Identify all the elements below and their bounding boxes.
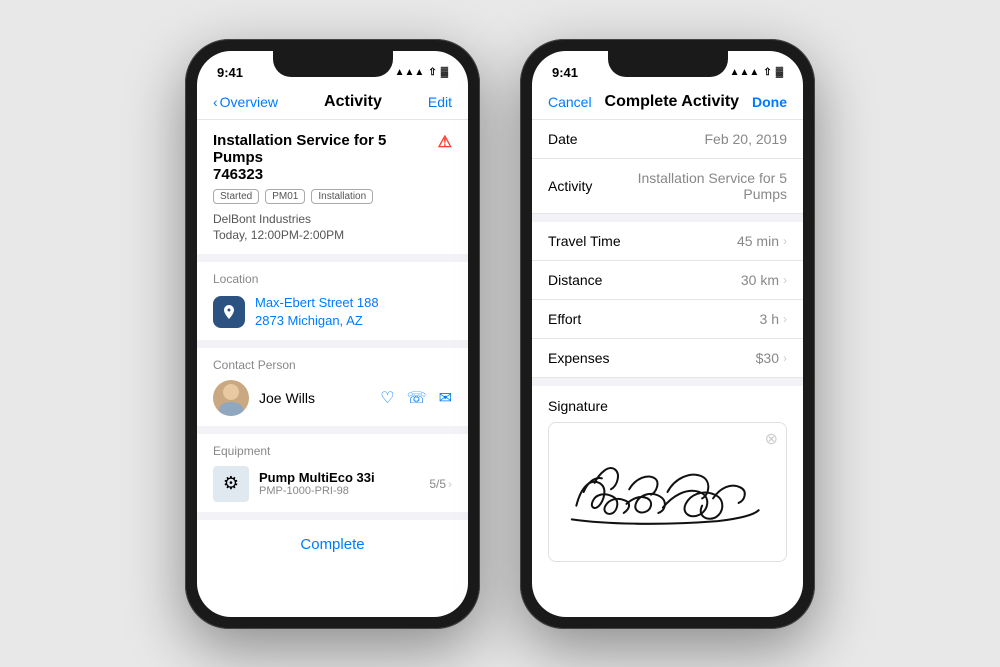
activity-id: 746323 <box>213 166 452 183</box>
equipment-label: Equipment <box>213 444 452 458</box>
activity-card: Installation Service for 5 Pumps ⚠ 74632… <box>197 120 468 262</box>
travel-time-value: 45 min › <box>737 233 787 249</box>
activity-time: Today, 12:00PM-2:00PM <box>213 228 452 242</box>
distance-row[interactable]: Distance 30 km › <box>532 261 803 300</box>
activity-form-row: Activity Installation Service for 5 Pump… <box>532 159 803 214</box>
effort-value: 3 h › <box>760 311 787 327</box>
phone-activity: 9:41 ▲▲▲ ⇧ ▓ ‹ Overview Activity Edit <box>185 39 480 629</box>
address-line1: Max-Ebert Street 188 <box>255 294 379 312</box>
wifi-icon: ⇧ <box>428 67 436 78</box>
distance-label: Distance <box>548 272 602 288</box>
avatar-body <box>219 402 243 416</box>
tag-pm01: PM01 <box>265 189 305 204</box>
back-button[interactable]: ‹ Overview <box>213 94 278 110</box>
phone-icon[interactable]: ☏ <box>407 388 427 408</box>
date-value: Feb 20, 2019 <box>704 131 787 147</box>
contact-section: Contact Person Joe Wills ♡ ☏ ✉ <box>197 348 468 434</box>
back-label: Overview <box>220 94 278 110</box>
signature-label: Signature <box>548 398 787 414</box>
activity-form-value: Installation Service for 5 Pumps <box>627 170 787 202</box>
travel-time-label: Travel Time <box>548 233 621 249</box>
nav-bar-1: ‹ Overview Activity Edit <box>197 87 468 120</box>
tag-installation: Installation <box>311 189 373 204</box>
form-separator-2 <box>532 378 803 386</box>
date-label: Date <box>548 131 578 147</box>
complete-button-row: Complete <box>197 520 468 569</box>
notch <box>273 51 393 77</box>
notch-2 <box>608 51 728 77</box>
chevron-expenses-icon: › <box>783 351 787 365</box>
status-icons-2: ▲▲▲ ⇧ ▓ <box>730 67 783 78</box>
nav-title-2: Complete Activity <box>605 93 740 111</box>
equipment-info: Pump MultiEco 33i PMP-1000-PRI-98 <box>259 470 419 497</box>
signature-section: Signature ⊗ <box>532 386 803 574</box>
location-section: Location Max-Ebert Street 188 2873 Michi… <box>197 262 468 348</box>
effort-row[interactable]: Effort 3 h › <box>532 300 803 339</box>
equipment-id: PMP-1000-PRI-98 <box>259 485 419 497</box>
equipment-icon: ⚙ <box>213 466 249 502</box>
battery-icon-2: ▓ <box>776 67 783 78</box>
signature-drawing <box>549 423 786 561</box>
email-icon[interactable]: ✉ <box>439 388 452 408</box>
activity-title-text: Installation Service for 5 Pumps <box>213 132 434 166</box>
chevron-effort-icon: › <box>783 312 787 326</box>
signature-box[interactable]: ⊗ <box>548 422 787 562</box>
wifi-icon-2: ⇧ <box>763 67 771 78</box>
activity-tags: Started PM01 Installation <box>213 189 452 204</box>
cancel-button[interactable]: Cancel <box>548 94 592 110</box>
contact-label: Contact Person <box>213 358 452 372</box>
edit-button[interactable]: Edit <box>428 94 452 110</box>
screen-content-1: Installation Service for 5 Pumps ⚠ 74632… <box>197 120 468 590</box>
location-map-icon <box>213 296 245 328</box>
equipment-row[interactable]: ⚙ Pump MultiEco 33i PMP-1000-PRI-98 5/5 … <box>213 466 452 502</box>
location-row[interactable]: Max-Ebert Street 188 2873 Michigan, AZ <box>213 294 452 330</box>
complete-button[interactable]: Complete <box>300 536 364 553</box>
alert-icon: ⚠ <box>438 132 452 152</box>
tag-started: Started <box>213 189 259 204</box>
activity-form-label: Activity <box>548 178 592 194</box>
phone-complete-activity: 9:41 ▲▲▲ ⇧ ▓ Cancel Complete Activity Do… <box>520 39 815 629</box>
status-icons-1: ▲▲▲ ⇧ ▓ <box>395 67 448 78</box>
location-label: Location <box>213 272 452 286</box>
chevron-right-icon: › <box>448 477 452 491</box>
nav-title-1: Activity <box>324 93 382 111</box>
contact-actions: ♡ ☏ ✉ <box>380 388 452 408</box>
message-icon[interactable]: ♡ <box>380 388 394 408</box>
expenses-label: Expenses <box>548 350 609 366</box>
battery-icon: ▓ <box>441 67 448 78</box>
distance-value: 30 km › <box>741 272 787 288</box>
equipment-section: Equipment ⚙ Pump MultiEco 33i PMP-1000-P… <box>197 434 468 520</box>
equipment-name: Pump MultiEco 33i <box>259 470 419 485</box>
time-2: 9:41 <box>552 65 578 80</box>
address-line2: 2873 Michigan, AZ <box>255 312 379 330</box>
equipment-count: 5/5 › <box>429 477 452 491</box>
nav-bar-2: Cancel Complete Activity Done <box>532 87 803 120</box>
form-separator-1 <box>532 214 803 222</box>
signal-icon: ▲▲▲ <box>395 67 425 78</box>
chevron-distance-icon: › <box>783 273 787 287</box>
contact-avatar <box>213 380 249 416</box>
signal-icon-2: ▲▲▲ <box>730 67 760 78</box>
date-row: Date Feb 20, 2019 <box>532 120 803 159</box>
effort-label: Effort <box>548 311 581 327</box>
chevron-travel-icon: › <box>783 234 787 248</box>
company-name: DelBont Industries <box>213 212 452 226</box>
done-button[interactable]: Done <box>752 94 787 110</box>
avatar-head <box>223 384 239 400</box>
clear-signature-icon[interactable]: ⊗ <box>765 429 778 449</box>
expenses-row[interactable]: Expenses $30 › <box>532 339 803 378</box>
contact-row: Joe Wills ♡ ☏ ✉ <box>213 380 452 416</box>
phones-container: 9:41 ▲▲▲ ⇧ ▓ ‹ Overview Activity Edit <box>185 39 815 629</box>
travel-time-row[interactable]: Travel Time 45 min › <box>532 222 803 261</box>
expenses-value: $30 › <box>756 350 787 366</box>
time-1: 9:41 <box>217 65 243 80</box>
location-address: Max-Ebert Street 188 2873 Michigan, AZ <box>255 294 379 330</box>
screen-content-2: Date Feb 20, 2019 Activity Installation … <box>532 120 803 590</box>
chevron-back-icon: ‹ <box>213 94 218 110</box>
contact-name: Joe Wills <box>259 390 370 406</box>
